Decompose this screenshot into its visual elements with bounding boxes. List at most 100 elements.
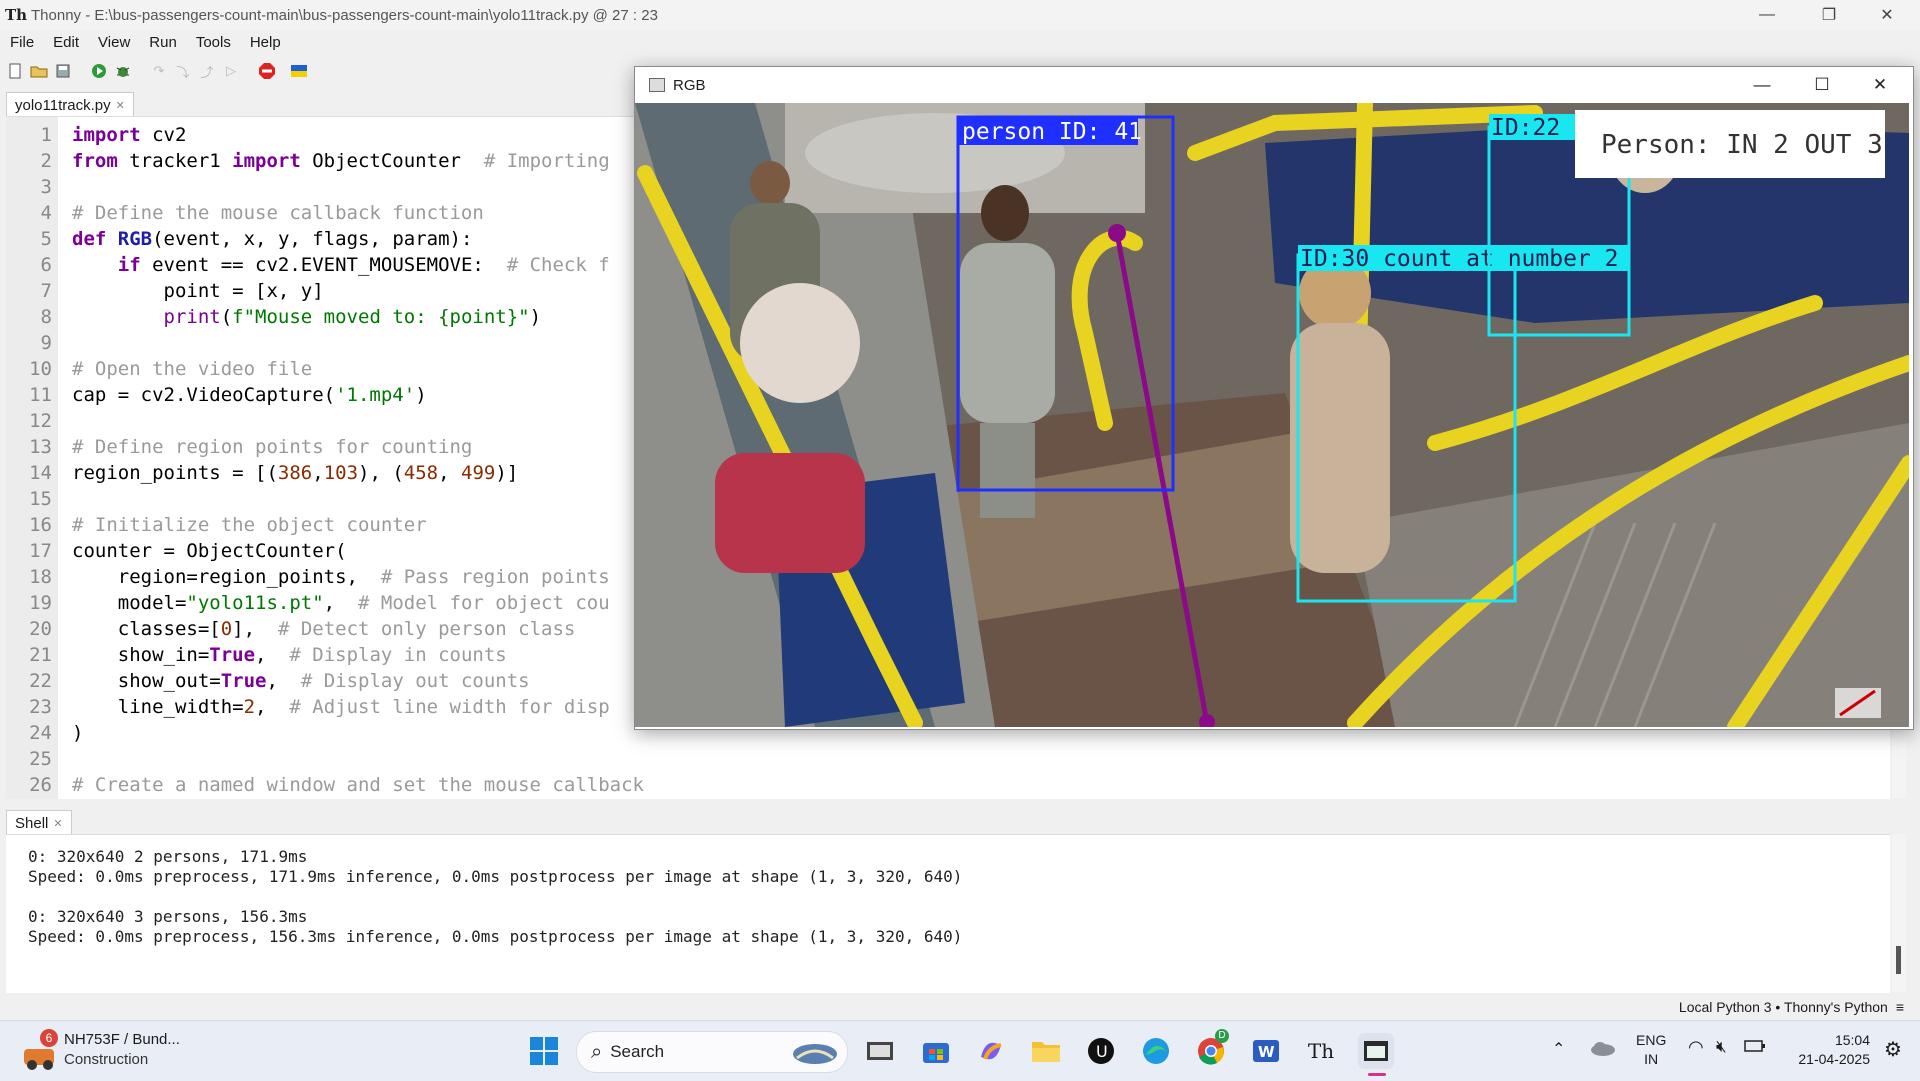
code-line-11: cap = cv2.VideoCapture('1.mp4') [72, 384, 427, 406]
rgb-window[interactable]: RGB — ☐ ✕ person ID: 41 ID:30 count at n… [634, 66, 1914, 730]
code-line-13: # Define region points for counting [72, 436, 473, 458]
line-number: 21 [29, 644, 52, 666]
rgb-close-button[interactable]: ✕ [1851, 67, 1909, 103]
language-indicator[interactable]: ENG IN [1636, 1031, 1666, 1069]
line-number-gutter: 1 2 3 4 5 6 7 8 9 10 11 12 13 14 15 16 17 18 19 20 21 22 23 24 2… [6, 117, 58, 799]
tab-label: yolo11track.py [15, 96, 111, 114]
taskbar: 6 NH753F / Bund... Construction ⌕ Search… [0, 1020, 1920, 1081]
code-line-5: def RGB(event, x, y, flags, param): [72, 228, 473, 250]
resume-icon[interactable]: ▷ [222, 62, 240, 80]
line-number: 11 [29, 384, 52, 406]
tab-yolo11track[interactable]: yolo11track.py ✕ [6, 92, 134, 117]
open-folder-icon[interactable] [30, 62, 48, 80]
copilot-icon[interactable] [973, 1033, 1009, 1069]
menu-edit[interactable]: Edit [43, 34, 88, 51]
close-tab-icon[interactable]: ✕ [116, 99, 125, 112]
close-button[interactable]: ✕ [1858, 0, 1916, 30]
taskbar-search[interactable]: ⌕ Search [576, 1031, 848, 1073]
line-number: 10 [29, 358, 52, 380]
start-button[interactable] [526, 1033, 562, 1069]
line-number: 5 [40, 228, 52, 250]
line-number: 15 [29, 488, 52, 510]
line-endpoint [1108, 224, 1126, 242]
menu-file[interactable]: File [0, 34, 43, 51]
close-shell-icon[interactable]: ✕ [53, 817, 62, 830]
title-bar: Th Thonny - E:\bus-passengers-count-main… [0, 0, 1920, 30]
active-indicator [1368, 1073, 1386, 1076]
maximize-button[interactable]: ❐ [1800, 0, 1858, 30]
file-explorer-icon[interactable] [1028, 1033, 1064, 1069]
run-icon[interactable] [90, 62, 108, 80]
rgb-window-taskbar-icon[interactable] [1358, 1033, 1394, 1076]
ublock-icon[interactable]: U [1083, 1033, 1119, 1069]
edge-icon[interactable] [1138, 1033, 1174, 1069]
menu-bar: File Edit View Run Tools Help [0, 30, 1920, 54]
chrome-icon[interactable]: D [1193, 1029, 1229, 1069]
svg-text:W: W [1258, 1043, 1275, 1061]
line-number: 25 [29, 748, 52, 770]
menu-view[interactable]: View [88, 34, 139, 51]
chrome-profile-badge: D [1215, 1029, 1229, 1043]
code-line-2: from tracker1 import ObjectCounter # Imp… [72, 150, 610, 172]
line-number: 7 [40, 280, 52, 302]
code-line-23: line_width=2, # Adjust line width for di… [72, 696, 610, 718]
search-highlight-icon [793, 1044, 837, 1064]
clock-time: 15:04 [1834, 1032, 1870, 1048]
onedrive-icon[interactable] [1590, 1039, 1616, 1061]
code-line-22: show_out=True, # Display out counts [72, 670, 530, 692]
shell-tab-label: Shell [15, 814, 49, 832]
counter-text: Person: IN 2 OUT 3 [1601, 130, 1883, 160]
clock[interactable]: 15:04 21-04-2025 [1780, 1031, 1870, 1069]
code-line-1: import cv2 [72, 124, 187, 146]
tab-shell[interactable]: Shell ✕ [6, 810, 72, 835]
weather-title[interactable]: NH753F / Bund... [64, 1031, 180, 1048]
menu-help[interactable]: Help [240, 34, 290, 51]
status-menu-icon[interactable]: ≡ [1896, 999, 1904, 1015]
show-hidden-icons-icon[interactable]: ⌃ [1552, 1039, 1565, 1059]
weather-icon[interactable]: 6 [20, 1029, 60, 1071]
code-line-19: model="yolo11s.pt", # Model for object c… [72, 592, 610, 614]
shell-line: Speed: 0.0ms preprocess, 171.9ms inferen… [28, 867, 963, 886]
rgb-minimize-button[interactable]: — [1733, 67, 1791, 103]
save-icon[interactable] [54, 62, 72, 80]
line-number: 12 [29, 410, 52, 432]
shell-line: 0: 320x640 2 persons, 171.9ms [28, 847, 308, 866]
task-view-icon[interactable] [862, 1033, 898, 1069]
line-number: 26 [29, 774, 52, 796]
shell-tab-bar: Shell ✕ [0, 808, 1920, 835]
wifi-icon[interactable]: ◠ [1688, 1037, 1704, 1058]
video-frame[interactable]: person ID: 41 ID:30 count at number 2 ID… [635, 103, 1909, 727]
line-number: 4 [40, 202, 52, 224]
stop-icon[interactable] [258, 62, 276, 80]
box1-label: person ID: 41 [962, 119, 1142, 145]
thonny-taskbar-icon[interactable]: Th [1303, 1033, 1339, 1069]
search-icon: ⌕ [591, 1040, 603, 1063]
word-icon[interactable]: W [1248, 1033, 1284, 1069]
shell-scroll-thumb[interactable] [1896, 946, 1901, 974]
shell-scrollbar[interactable] [1892, 834, 1906, 992]
code-line-20: classes=[0], # Detect only person class [72, 618, 576, 640]
battery-icon[interactable] [1744, 1039, 1766, 1057]
rgb-maximize-button[interactable]: ☐ [1793, 67, 1851, 103]
weather-badge: 6 [40, 1029, 58, 1047]
code-line-7: point = [x, y] [163, 280, 324, 302]
debug-icon[interactable] [114, 62, 132, 80]
step-over-icon[interactable]: ↷ [150, 62, 168, 80]
menu-run[interactable]: Run [139, 34, 186, 51]
step-into-icon[interactable]: ⤵ [174, 62, 192, 80]
step-out-icon[interactable]: ⤴ [198, 62, 216, 80]
line-number: 3 [40, 176, 52, 198]
store-icon[interactable] [918, 1033, 954, 1069]
rgb-title-bar: RGB — ☐ ✕ [635, 67, 1913, 103]
line-number: 9 [40, 332, 52, 354]
code-line-18: region=region_points, # Pass region poin… [72, 566, 610, 588]
minimize-button[interactable]: — [1738, 0, 1796, 30]
code-line-8: print(f"Mouse moved to: {point}") [163, 306, 542, 328]
interpreter-label[interactable]: Local Python 3 • Thonny's Python [1679, 999, 1888, 1015]
ukraine-flag-icon[interactable] [290, 62, 308, 80]
menu-tools[interactable]: Tools [186, 34, 240, 51]
speaker-muted-icon[interactable]: 🔇︎ [1716, 1037, 1727, 1057]
new-file-icon[interactable] [6, 62, 24, 80]
shell-panel[interactable]: 0: 320x640 2 persons, 171.9ms Speed: 0.0… [6, 834, 1890, 993]
notification-icon[interactable]: ⚙ [1884, 1037, 1902, 1062]
